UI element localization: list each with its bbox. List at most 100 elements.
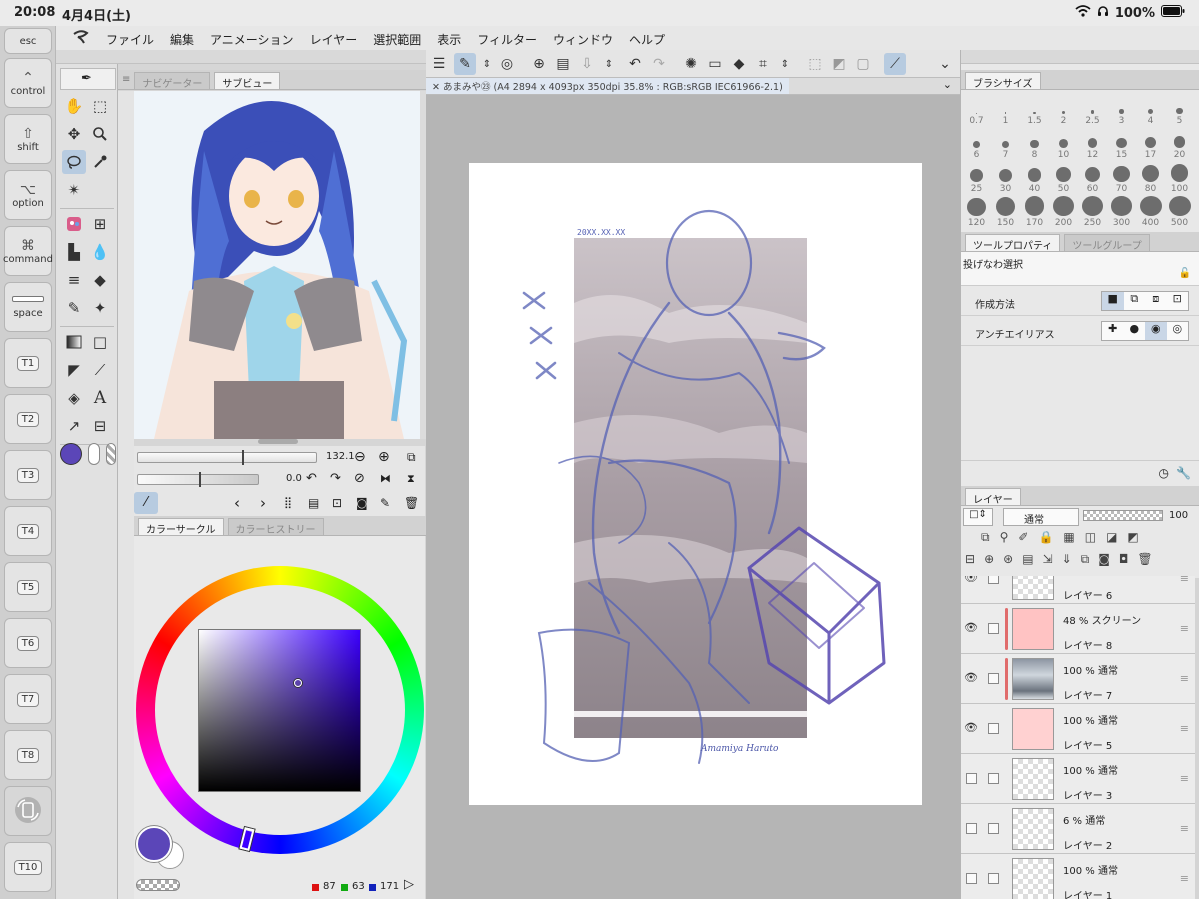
tab-navigator[interactable]: ナビゲーター: [134, 72, 211, 90]
menu-animation[interactable]: アニメーション: [210, 31, 294, 48]
visibility-eye-icon[interactable]: 👁: [964, 576, 978, 584]
new-file-icon[interactable]: ⊕: [528, 53, 550, 75]
brush-size-cell[interactable]: 100: [1165, 160, 1194, 194]
reference-layer-icon[interactable]: ⚲: [1000, 530, 1009, 548]
frame-icon[interactable]: ◤: [62, 358, 86, 382]
close-tab-icon[interactable]: ✕: [432, 82, 440, 93]
fill-brush-icon[interactable]: ▙: [62, 240, 86, 264]
hamburger-menu-icon[interactable]: ☰: [428, 53, 450, 75]
brush-size-cell[interactable]: 12: [1078, 126, 1107, 160]
layer-color-box[interactable]: □⇕: [963, 508, 993, 526]
menu-selection[interactable]: 選択範囲: [373, 31, 421, 48]
subview-resize-handle[interactable]: [258, 439, 298, 444]
lock-icon[interactable]: 🔓: [1179, 268, 1191, 279]
t3-key[interactable]: T3: [4, 450, 52, 500]
layer-checkbox[interactable]: [988, 576, 999, 584]
add-selection-icon[interactable]: ⧉: [1124, 292, 1146, 310]
flip-horizontal-icon[interactable]: ⧓: [380, 472, 391, 485]
layer-menu-icon[interactable]: ⊟: [965, 552, 975, 570]
transfer-down-icon[interactable]: ⇲: [1043, 552, 1053, 570]
brush-size-cell[interactable]: 6: [962, 126, 991, 160]
menu-help[interactable]: ヘルプ: [629, 31, 665, 48]
transparent-swatch[interactable]: [136, 879, 180, 891]
tab-color-circle[interactable]: カラーサークル: [138, 518, 224, 536]
new-folder-icon[interactable]: ▤: [1022, 552, 1033, 570]
undo-icon[interactable]: ↶: [624, 53, 646, 75]
menu-layer[interactable]: レイヤー: [310, 31, 358, 48]
rotate-slider[interactable]: [137, 472, 259, 487]
next-image-icon[interactable]: ›: [260, 494, 266, 512]
blend-icon[interactable]: 💧: [88, 240, 112, 264]
tab-subview[interactable]: サブビュー: [214, 72, 281, 90]
sparkle-icon[interactable]: ✦: [88, 296, 112, 320]
import-image-icon[interactable]: ⊡: [332, 496, 342, 510]
shift-key[interactable]: ⇧ shift: [4, 114, 52, 164]
layer-checkbox[interactable]: [988, 673, 999, 684]
redo-icon[interactable]: ↷: [648, 53, 670, 75]
delete-layer-icon[interactable]: 🗑: [1137, 552, 1152, 570]
drag-handle-icon[interactable]: ≡: [1180, 622, 1189, 635]
tab-tool-property[interactable]: ツールプロパティ: [965, 234, 1061, 252]
new-raster-layer-icon[interactable]: ⊕: [984, 552, 994, 570]
bucket-icon[interactable]: ◈: [62, 386, 86, 410]
drag-handle-icon[interactable]: ≡: [1180, 672, 1189, 685]
save-arrows-icon[interactable]: ⇕: [598, 53, 620, 75]
new-vector-layer-icon[interactable]: ⊛: [1003, 552, 1013, 570]
layer-row[interactable]: 👁 100 % 通常 レイヤー 7 ≡: [961, 654, 1195, 704]
brush-size-cell[interactable]: 15: [1107, 126, 1136, 160]
transparent-color-swatch[interactable]: [106, 443, 116, 465]
brush-size-cell[interactable]: 50: [1049, 160, 1078, 194]
reset-rotate-icon[interactable]: ⊘: [354, 471, 365, 486]
antialias-medium-icon[interactable]: ◉: [1145, 322, 1167, 340]
edit-mode-arrows-icon[interactable]: ⇕: [476, 53, 498, 75]
antialias-none-icon[interactable]: ✚: [1102, 322, 1124, 340]
rotate-right-icon[interactable]: ↷: [330, 471, 341, 486]
t10-key[interactable]: T10: [4, 842, 52, 892]
layer-color-icon[interactable]: ◩: [1127, 530, 1138, 548]
layer-checkbox[interactable]: [988, 723, 999, 734]
brush-size-cell[interactable]: 2.5: [1078, 92, 1107, 126]
layout-icon[interactable]: ⊟: [88, 414, 112, 438]
brush-size-cell[interactable]: 80: [1136, 160, 1165, 194]
layer-checkbox[interactable]: [988, 873, 999, 884]
visibility-off-icon[interactable]: [966, 873, 977, 884]
intersect-selection-icon[interactable]: ⊡: [1167, 292, 1189, 310]
brush-mode-icon[interactable]: ⟋: [884, 53, 906, 75]
new-selection-icon[interactable]: ■: [1102, 292, 1124, 310]
gradient-icon[interactable]: [62, 330, 86, 354]
drag-handle-icon[interactable]: ≡: [1180, 722, 1189, 735]
option-key[interactable]: ⌥ option: [4, 170, 52, 220]
ruler-visibility-icon[interactable]: ◪: [1106, 530, 1117, 548]
loading-icon[interactable]: ✺: [680, 53, 702, 75]
main-color-swatch[interactable]: [60, 443, 82, 465]
auto-select-icon[interactable]: ✴: [62, 178, 86, 202]
menu-filter[interactable]: フィルター: [477, 31, 537, 48]
document-tab[interactable]: ✕ あまみや㉓ (A4 2894 x 4093px 350dpi 35.8% :…: [426, 78, 789, 94]
app-logo-icon[interactable]: [72, 29, 90, 49]
visibility-eye-icon[interactable]: 👁: [964, 621, 978, 634]
layer-scrollbar[interactable]: [1195, 578, 1199, 899]
layer-checkbox[interactable]: [988, 623, 999, 634]
settings-wrench-icon[interactable]: 🔧: [1176, 466, 1191, 480]
transform-arrows-icon[interactable]: ⇕: [774, 53, 796, 75]
zoom-out-icon[interactable]: ⊖: [354, 449, 366, 465]
visibility-off-icon[interactable]: [966, 823, 977, 834]
lock-transparency-icon[interactable]: ▦: [1063, 530, 1074, 548]
correct-line-icon[interactable]: ↗: [62, 414, 86, 438]
brush-size-cell[interactable]: 25: [962, 160, 991, 194]
sv-picker-handle[interactable]: [294, 679, 302, 687]
brush-size-cell[interactable]: 7: [991, 126, 1020, 160]
brush-size-cell[interactable]: 1: [991, 92, 1020, 126]
brush-size-cell[interactable]: 300: [1107, 194, 1136, 228]
brush-size-cell[interactable]: 250: [1078, 194, 1107, 228]
edit-mode-icon[interactable]: ✎: [454, 53, 476, 75]
tab-tool-group[interactable]: ツールグループ: [1064, 234, 1150, 252]
fill-icon[interactable]: ◆: [728, 53, 750, 75]
copy-layer-icon[interactable]: ⧉: [1081, 552, 1090, 570]
flip-vertical-icon[interactable]: ⧗: [407, 472, 415, 486]
transform-icon[interactable]: ⌗: [752, 53, 774, 75]
tab-dropdown-icon[interactable]: ⌄: [943, 78, 952, 91]
brush-size-cell[interactable]: 8: [1020, 126, 1049, 160]
visibility-off-icon[interactable]: [966, 773, 977, 784]
tool-tab[interactable]: ✒: [60, 68, 116, 90]
